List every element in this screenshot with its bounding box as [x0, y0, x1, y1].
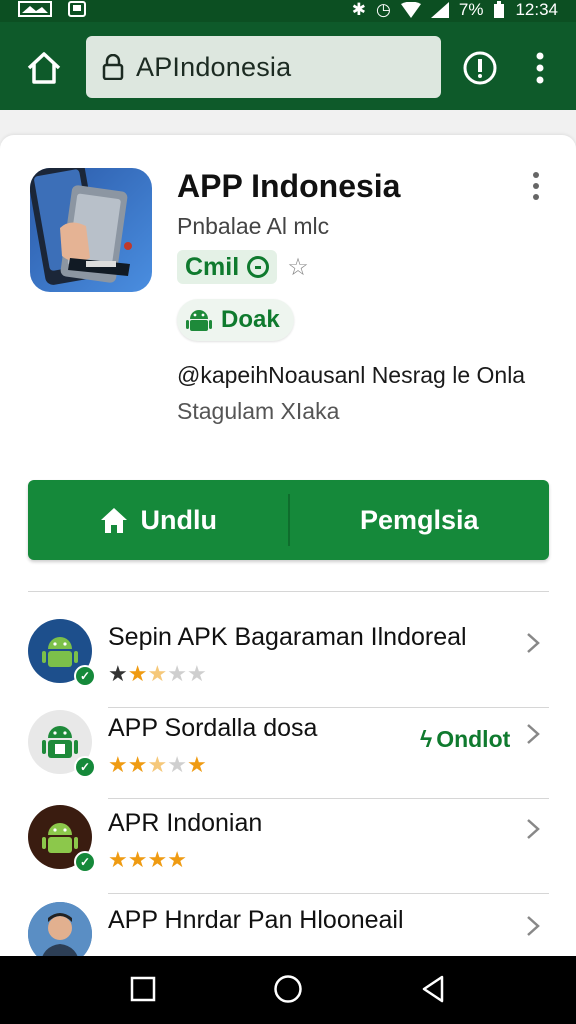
install-link-label: Ondlot: [436, 726, 511, 752]
app-menu-icon[interactable]: [528, 170, 544, 202]
verified-icon: ✓: [74, 851, 96, 873]
gallery-icon: [18, 1, 52, 17]
clock: 12:34: [515, 0, 558, 19]
address-bar[interactable]: APIndonesia: [86, 36, 441, 98]
avatar: ✓: [28, 805, 96, 873]
rating-label: Cmil: [185, 252, 240, 281]
android-icon: [186, 310, 212, 331]
category-chip[interactable]: Doak: [177, 299, 294, 341]
back-icon[interactable]: [420, 975, 446, 1003]
phone-image-icon: [30, 168, 132, 285]
url-text: APIndonesia: [136, 51, 292, 82]
app-description-line2: Stagulam XIaka: [177, 398, 340, 424]
alarm-icon: ◷: [376, 0, 391, 19]
status-bar: ✱ ◷ 7% 12:34: [0, 0, 576, 22]
share-button-label: Pemglsia: [359, 504, 479, 535]
browser-toolbar: APIndonesia: [0, 22, 576, 110]
list-separator: [108, 798, 549, 799]
list-item-title: APR Indonian: [108, 809, 263, 837]
category-label: Doak: [221, 306, 280, 333]
battery-percent: 7%: [458, 0, 484, 19]
action-bar: Undlu Pemglsia: [28, 480, 549, 560]
home-nav-icon[interactable]: [273, 974, 303, 1004]
app-icon[interactable]: [30, 168, 152, 292]
rating-circle-icon: [247, 256, 270, 278]
signal-icon: [430, 2, 449, 18]
verified-icon: ✓: [74, 665, 96, 687]
list-item[interactable]: ✓ APR Indonian ★★★★: [28, 805, 549, 900]
home-icon: [100, 508, 127, 533]
chevron-right-icon: [527, 633, 540, 653]
rating-pill: Cmil: [177, 250, 278, 284]
avatar: ✓: [28, 710, 96, 778]
list-item[interactable]: ✓ APP Sordalla dosa ★★★★★ ϟ Ondlot: [28, 710, 549, 805]
list-item-title: APP Sordalla dosa: [108, 714, 318, 742]
app-title: APP Indonesia: [177, 168, 401, 204]
list-item[interactable]: ✓ Sepin APK Bagaraman Ilndoreal ★★★★★: [28, 619, 549, 714]
list-item-title: APP Hnrdar Pan Hlooneail: [108, 906, 404, 934]
wifi-icon: [400, 2, 421, 18]
list-item-title: Sepin APK Bagaraman Ilndoreal: [108, 623, 467, 651]
info-icon[interactable]: [462, 50, 498, 86]
rating-stars: ★★★★★: [108, 661, 207, 686]
battery-icon: [494, 1, 505, 18]
system-nav-bar: [0, 956, 576, 1024]
rating-stars: ★★★★: [108, 847, 187, 872]
notification-icon: [68, 1, 86, 17]
bluetooth-icon: ✱: [351, 0, 367, 19]
app-developer: Pnbalae Al mlc: [177, 213, 330, 239]
chevron-right-icon: [527, 724, 540, 744]
bolt-icon: ϟ: [420, 726, 433, 752]
list-separator: [108, 893, 549, 894]
divider: [28, 591, 549, 592]
lock-icon: [102, 54, 124, 80]
more-vert-icon[interactable]: [530, 50, 550, 86]
chevron-right-icon: [527, 819, 540, 839]
rating-badge: Cmil ☆: [177, 250, 309, 284]
recents-icon[interactable]: [130, 976, 156, 1002]
install-button[interactable]: Undlu: [28, 480, 288, 560]
star-outline-icon[interactable]: ☆: [287, 253, 309, 282]
avatar: ✓: [28, 619, 96, 687]
verified-icon: ✓: [74, 756, 96, 778]
rating-stars: ★★★★★: [108, 752, 207, 777]
install-button-label: Undlu: [140, 504, 217, 535]
chevron-right-icon: [527, 916, 540, 936]
share-button[interactable]: Pemglsia: [290, 480, 550, 560]
home-icon[interactable]: [24, 48, 64, 88]
install-link[interactable]: ϟ Ondlot: [420, 726, 510, 753]
list-separator: [108, 707, 549, 708]
app-description-line1: @kapeihNoausanl Nesrag le Onla: [177, 362, 526, 388]
